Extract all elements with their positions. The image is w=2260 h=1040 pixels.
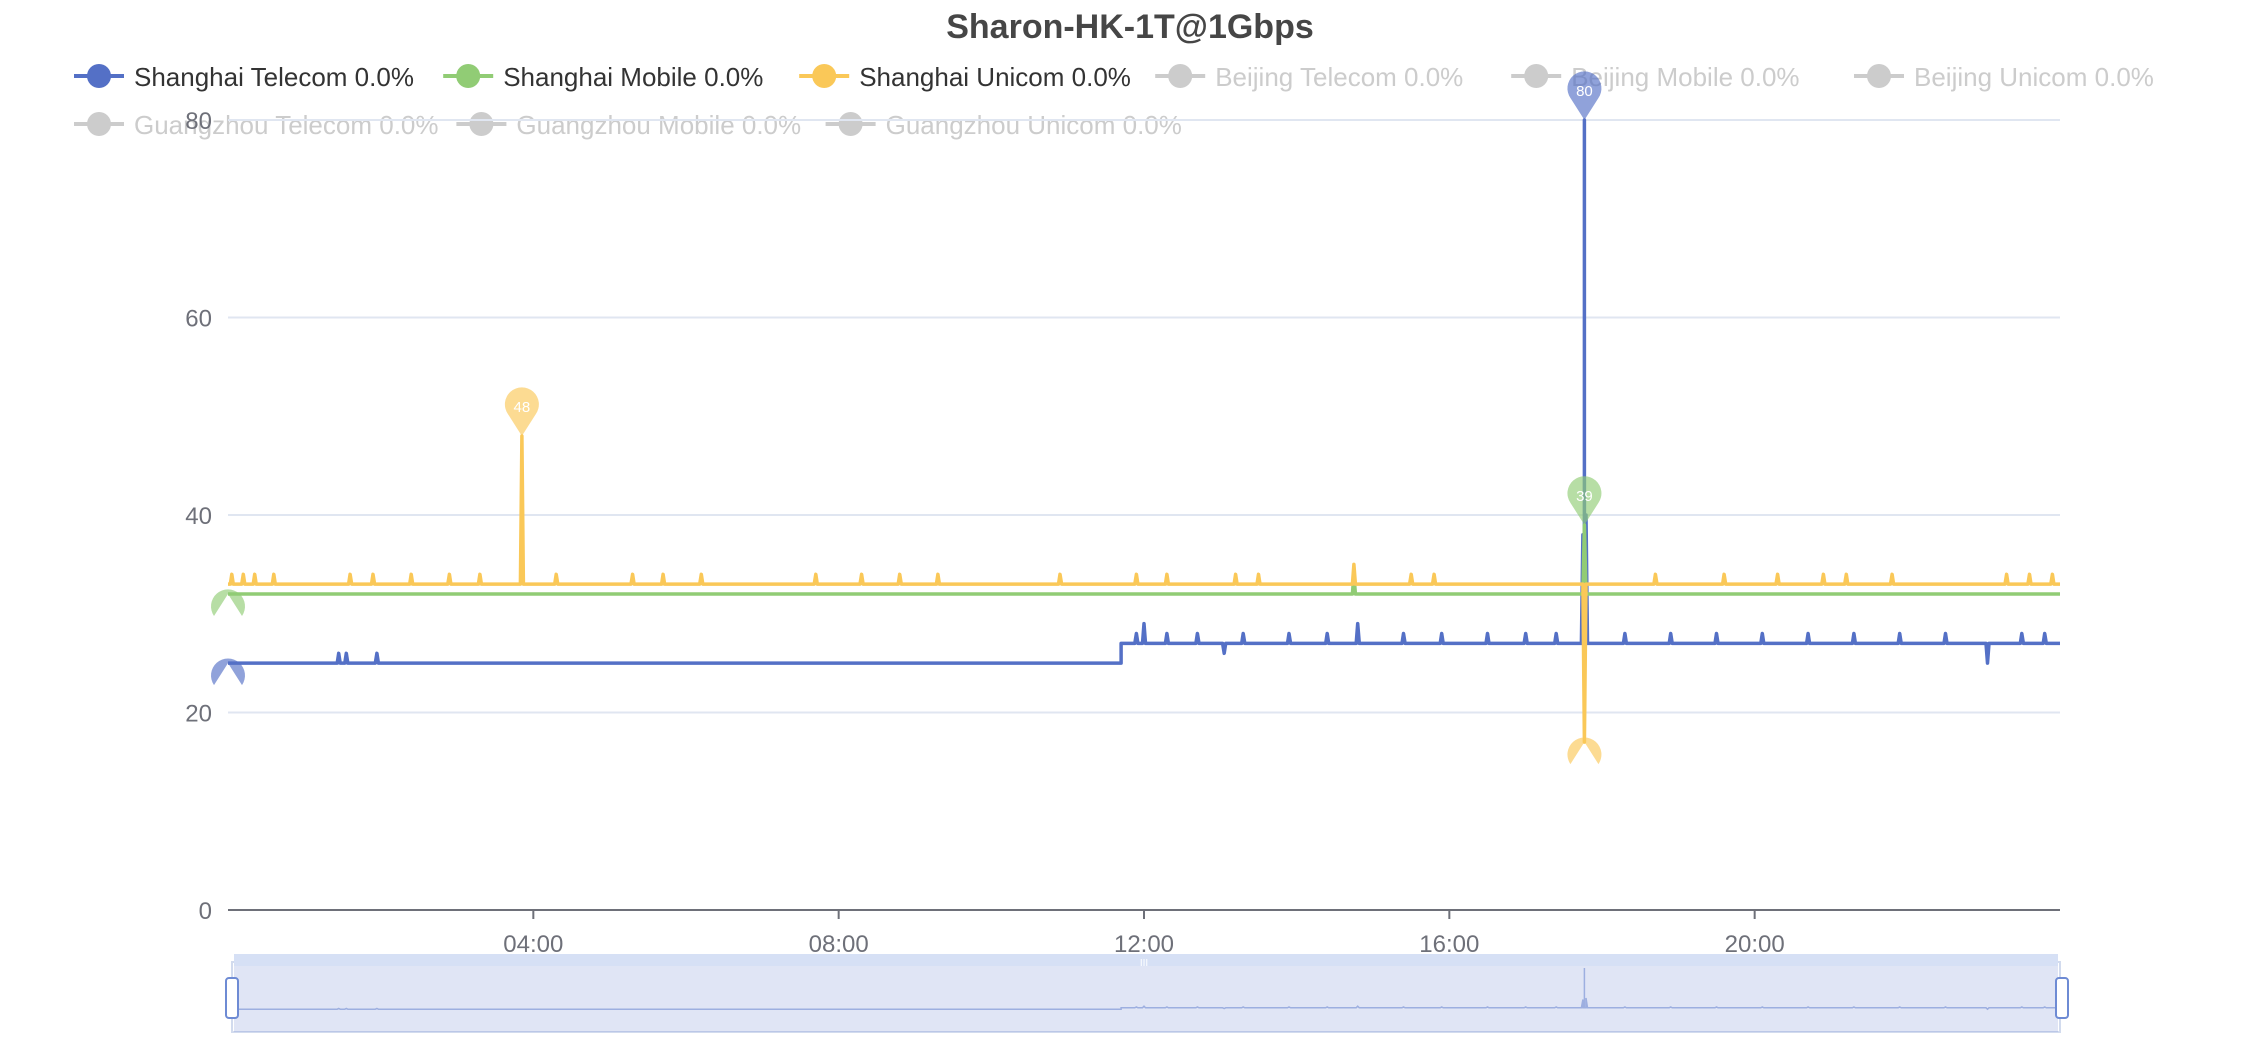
y-tick-label: 40 [185,503,212,530]
marker-label: 48 [514,399,531,416]
x-axis: 04:00 08:00 12:00 16:00 20:00 [228,909,2060,958]
legend-symbol [838,112,863,136]
marker-label: 39 [1576,488,1593,505]
legend-item[interactable]: Beijing Telecom 0.0% [1155,62,1463,92]
legend-symbol [456,64,481,88]
zoom-start-handle[interactable] [225,977,239,1019]
legend-item[interactable]: Shanghai Mobile 0.0% [443,62,763,92]
legend-item[interactable]: Beijing Mobile 0.0% [1511,62,1800,92]
marker-pin: 39 [1567,476,1602,525]
marker-pin: 48 [504,387,539,436]
zoom-move-handle[interactable]: III [1140,958,1148,969]
legend-label: Guangzhou Mobile 0.0% [516,110,801,140]
legend-symbol [812,64,837,88]
x-tick-label: 04:00 [503,931,563,958]
marker-pin: 17 [1567,737,1602,782]
legend-symbol [87,64,111,88]
legend-label: Guangzhou Unicom 0.0% [886,110,1182,140]
legend-label: Shanghai Telecom 0.0% [134,62,414,92]
x-tick-label: 12:00 [1114,931,1174,958]
marker-layer: 25 80 32 39 48 17 [211,71,1602,782]
legend-label: Guangzhou Telecom 0.0% [134,110,439,140]
zoom-end-handle[interactable] [2055,977,2069,1019]
y-axis: 0 20 40 60 80 [185,108,212,925]
marker-label: 32 [220,617,237,634]
x-tick-label: 08:00 [809,931,869,958]
marker-label: 25 [220,686,237,703]
zoom-window[interactable] [234,962,2058,1032]
legend-symbol [1524,64,1549,88]
legend-label: Beijing Telecom 0.0% [1215,62,1463,92]
marker-pin: 32 [211,589,245,634]
y-tick-label: 60 [185,306,212,333]
legend: Shanghai Telecom 0.0% Shanghai Mobile 0.0… [74,62,2154,140]
legend-item[interactable]: Beijing Unicom 0.0% [1854,62,2154,92]
legend-item[interactable]: Guangzhou Unicom 0.0% [825,110,1182,140]
marker-pin: 80 [1567,71,1602,120]
chart-title: Sharon-HK-1T@1Gbps [946,8,1314,46]
y-tick-label: 80 [185,108,212,135]
marker-label: 17 [1576,765,1593,782]
latency-chart: Sharon-HK-1T@1Gbps Shanghai Telecom 0.0%… [74,8,2154,1033]
x-tick-label: 20:00 [1725,931,1785,958]
series-line [228,434,2060,744]
series-layer [228,118,2060,744]
legend-label: Beijing Unicom 0.0% [1914,62,2154,92]
legend-label: Shanghai Mobile 0.0% [503,62,763,92]
data-zoom-slider[interactable]: III [225,954,2069,1033]
legend-symbol [469,112,494,136]
series-line [228,118,2060,665]
x-tick-label: 16:00 [1419,931,1479,958]
legend-label: Shanghai Unicom 0.0% [859,62,1131,92]
y-tick-label: 20 [185,701,212,728]
legend-symbol [87,112,111,136]
legend-label: Beijing Mobile 0.0% [1571,62,1799,92]
legend-item[interactable]: Shanghai Telecom 0.0% [74,62,414,92]
marker-pin: 25 [211,658,245,703]
legend-symbol [1867,64,1891,88]
legend-item[interactable]: Guangzhou Telecom 0.0% [74,110,439,140]
legend-symbol [1168,64,1193,88]
marker-label: 80 [1576,83,1593,100]
y-tick-label: 0 [199,898,212,925]
legend-item[interactable]: Shanghai Unicom 0.0% [799,62,1131,92]
legend-item[interactable]: Guangzhou Mobile 0.0% [456,110,801,140]
